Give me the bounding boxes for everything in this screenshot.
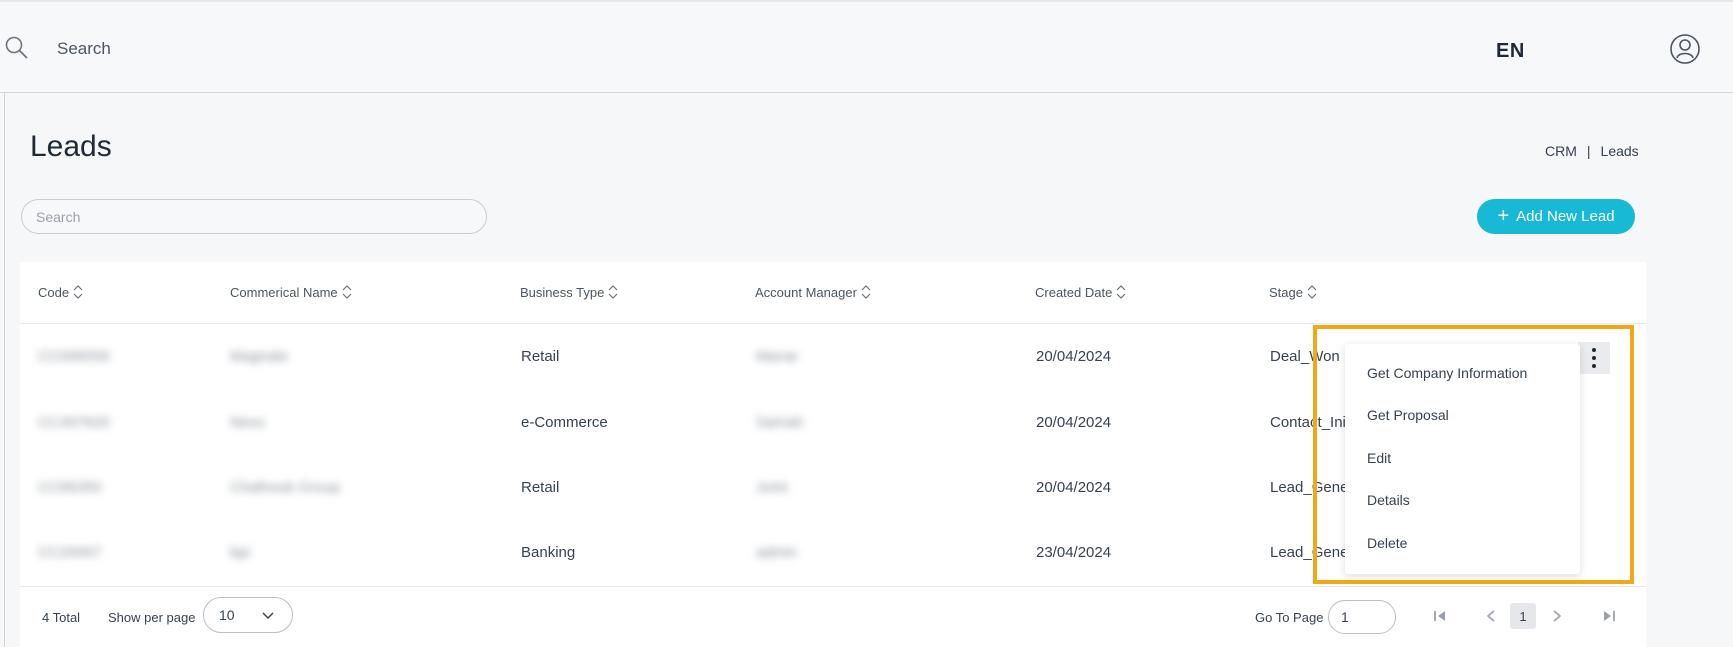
- breadcrumb-crm[interactable]: CRM: [1545, 143, 1577, 159]
- column-header-business-type[interactable]: Business Type: [520, 284, 618, 300]
- sort-icon[interactable]: [342, 284, 352, 300]
- breadcrumb: CRM | Leads: [1545, 143, 1639, 159]
- column-header-commercial-name[interactable]: Commerical Name: [230, 284, 352, 300]
- cell-account-manager: Manar: [756, 348, 799, 365]
- cell-code: CC497620: [38, 414, 110, 431]
- cell-account-manager: admin: [756, 544, 797, 561]
- cell-business-type: e-Commerce: [521, 414, 608, 431]
- plus-icon: +: [1497, 204, 1510, 227]
- cell-commercial-name: bpi: [230, 544, 251, 561]
- go-to-page-input[interactable]: [1328, 600, 1396, 634]
- breadcrumb-leads: Leads: [1600, 143, 1639, 159]
- cell-account-manager: Samah: [756, 414, 804, 431]
- cell-created-date: 20/04/2024: [1036, 348, 1112, 365]
- cell-commercial-name: Chalhoub Group: [230, 479, 341, 496]
- last-page-icon[interactable]: [1596, 603, 1622, 629]
- cell-commercial-name: Magnate: [230, 348, 289, 365]
- column-header-label: Code: [38, 284, 70, 300]
- per-page-label: Show per page: [108, 610, 196, 625]
- cell-business-type: Retail: [521, 348, 560, 365]
- cell-business-type: Retail: [521, 479, 560, 496]
- top-bar: Search EN: [0, 0, 1733, 93]
- page-title: Leads: [30, 130, 112, 163]
- breadcrumb-separator: |: [1586, 143, 1591, 159]
- next-page-icon[interactable]: [1544, 603, 1570, 629]
- global-search-input[interactable]: Search: [57, 39, 111, 59]
- sort-icon[interactable]: [1116, 284, 1126, 300]
- highlight-box: [1313, 325, 1634, 584]
- total-count: 4 Total: [42, 610, 81, 625]
- column-header-created-date[interactable]: Created Date: [1035, 284, 1126, 300]
- cell-created-date: 20/04/2024: [1036, 479, 1112, 496]
- per-page-value: 10: [219, 607, 235, 623]
- per-page-select[interactable]: 10: [203, 597, 293, 633]
- column-header-stage[interactable]: Stage: [1269, 284, 1317, 300]
- cell-business-type: Banking: [521, 544, 576, 561]
- add-new-lead-label: Add New Lead: [1516, 208, 1615, 225]
- add-new-lead-button[interactable]: + Add New Lead: [1477, 199, 1635, 234]
- column-header-label: Created Date: [1035, 284, 1113, 300]
- leads-search-input[interactable]: [21, 199, 487, 234]
- table-footer: 4 Total Show per page 10 Go To Page 1: [20, 586, 1646, 647]
- go-to-page-label: Go To Page: [1255, 610, 1324, 625]
- first-page-icon[interactable]: [1427, 603, 1453, 629]
- sort-icon[interactable]: [73, 284, 83, 300]
- column-header-label: Commerical Name: [230, 284, 338, 300]
- cell-code: CC099556: [38, 348, 110, 365]
- sort-icon[interactable]: [608, 284, 618, 300]
- cell-code: CC66350: [38, 479, 102, 496]
- sidebar-edge: [0, 93, 5, 647]
- previous-page-icon[interactable]: [1478, 603, 1504, 629]
- page-number-current[interactable]: 1: [1510, 603, 1536, 629]
- cell-created-date: 23/04/2024: [1036, 544, 1112, 561]
- column-header-label: Stage: [1269, 284, 1303, 300]
- cell-created-date: 20/04/2024: [1036, 414, 1112, 431]
- column-header-account-manager[interactable]: Account Manager: [755, 284, 871, 300]
- column-header-code[interactable]: Code: [38, 284, 83, 300]
- search-icon[interactable]: [4, 35, 30, 61]
- sort-icon[interactable]: [1307, 284, 1317, 300]
- table-header: Code Commerical Name Business Type Accou…: [20, 262, 1646, 324]
- cell-account-manager: Joint: [756, 479, 788, 496]
- cell-code: CC20067: [38, 544, 102, 561]
- language-selector[interactable]: EN: [1496, 40, 1525, 63]
- user-avatar-icon[interactable]: [1669, 33, 1701, 65]
- chevron-down-icon: [262, 612, 274, 620]
- sort-icon[interactable]: [861, 284, 871, 300]
- column-header-label: Account Manager: [755, 284, 857, 300]
- cell-commercial-name: Nexo: [230, 414, 266, 431]
- column-header-label: Business Type: [520, 284, 605, 300]
